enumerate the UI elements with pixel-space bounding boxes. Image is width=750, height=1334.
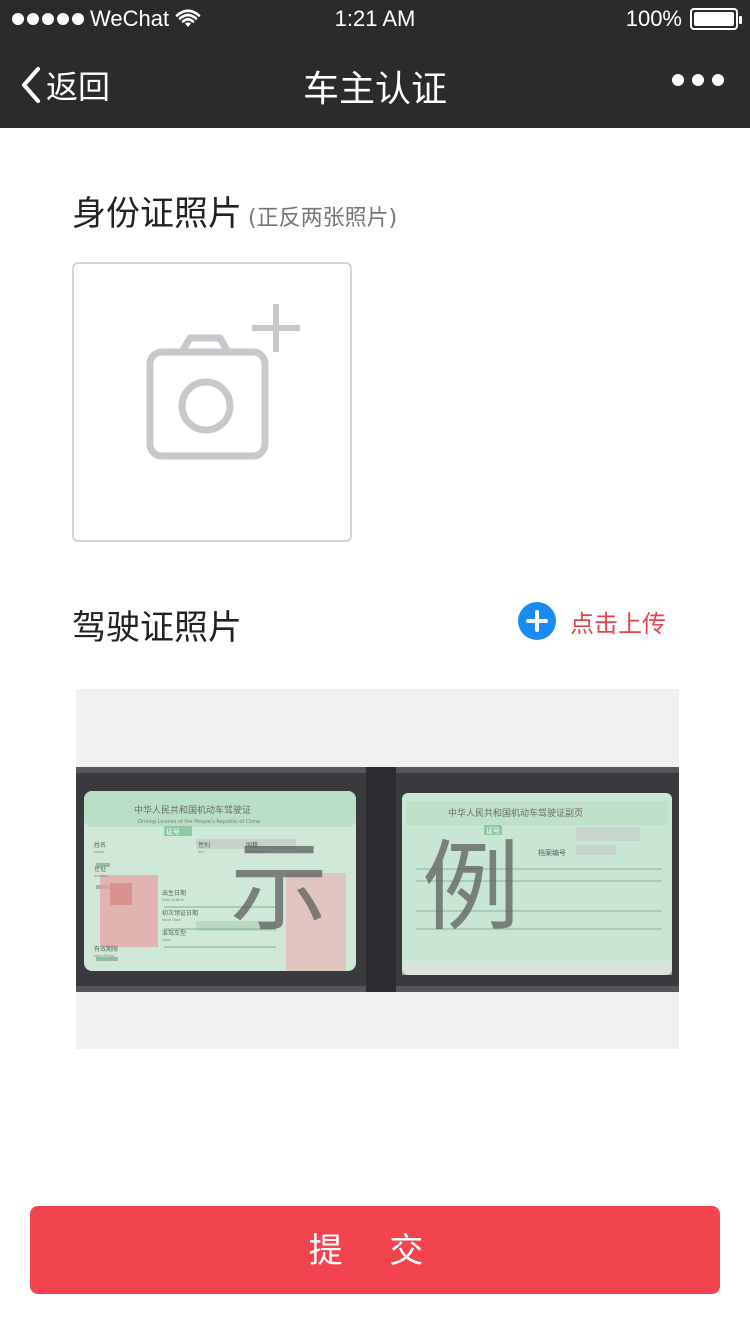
left-card-field-label: 有效期限 (94, 945, 118, 953)
left-card-field-label-en: Address (94, 874, 108, 878)
battery-level-fill (694, 12, 734, 26)
nav-bar: 返回 车主认证 (0, 40, 750, 128)
status-right: 100% (625, 6, 742, 32)
right-card-header: 中华人民共和国机动车驾驶证副页 (448, 807, 583, 819)
camera-plus-icon (146, 304, 300, 460)
left-card-field-label: 姓名 (94, 841, 106, 849)
page-title: 车主认证 (302, 69, 447, 110)
battery-icon (690, 8, 742, 30)
left-card-field-label: 性别 (198, 841, 210, 849)
left-card-field-label: 准驾车型 (162, 929, 186, 937)
id-section-title-text: 身份证照片 (72, 194, 242, 234)
id-section-title: 身份证照片 (正反两张照片) (72, 186, 397, 235)
id-photo-upload-box[interactable] (72, 262, 352, 542)
left-card-header: 中华人民共和国机动车驾驶证 (134, 804, 251, 816)
left-card-field-label-en: Sex (198, 850, 204, 854)
plus-circle-icon (518, 602, 556, 640)
upload-label: 点击上传 (570, 609, 666, 638)
id-section-subtitle: (正反两张照片) (248, 206, 398, 231)
left-card-field-label-en: Name (94, 850, 104, 854)
left-card-field-label: 初次领证日期 (162, 909, 198, 917)
submit-button[interactable]: 提 交 (30, 1206, 720, 1294)
left-card-field-label-en: Issue Date (162, 918, 181, 922)
left-card-header-en: Driving License of the People's Republic… (138, 819, 260, 825)
watermark-left: 示 (230, 831, 328, 945)
license-sample-image: 中华人民共和国机动车驾驶证 Driving License of the Peo… (76, 689, 679, 1049)
upload-license-button[interactable]: 点击上传 (518, 602, 666, 640)
more-icon[interactable] (672, 74, 724, 86)
license-section-title: 驾驶证照片 (72, 608, 242, 648)
right-card-file-label: 档案编号 (538, 848, 566, 857)
left-card-field-label-en: Valid Period (94, 954, 114, 958)
battery-percent: 100% (625, 6, 682, 31)
status-bar: WeChat 1:21 AM 100% (0, 0, 750, 40)
left-card-tag: 证号 (166, 828, 180, 836)
left-card-field-label: 住址 (94, 865, 106, 873)
left-card-field-label-en: Class (162, 938, 171, 942)
left-card-field-label: 出生日期 (162, 889, 186, 897)
left-card-field-label-en: Date of Birth (162, 898, 184, 902)
license-sample-graphic: 中华人民共和国机动车驾驶证 Driving License of the Peo… (76, 767, 679, 992)
watermark-right: 例 (422, 831, 520, 945)
